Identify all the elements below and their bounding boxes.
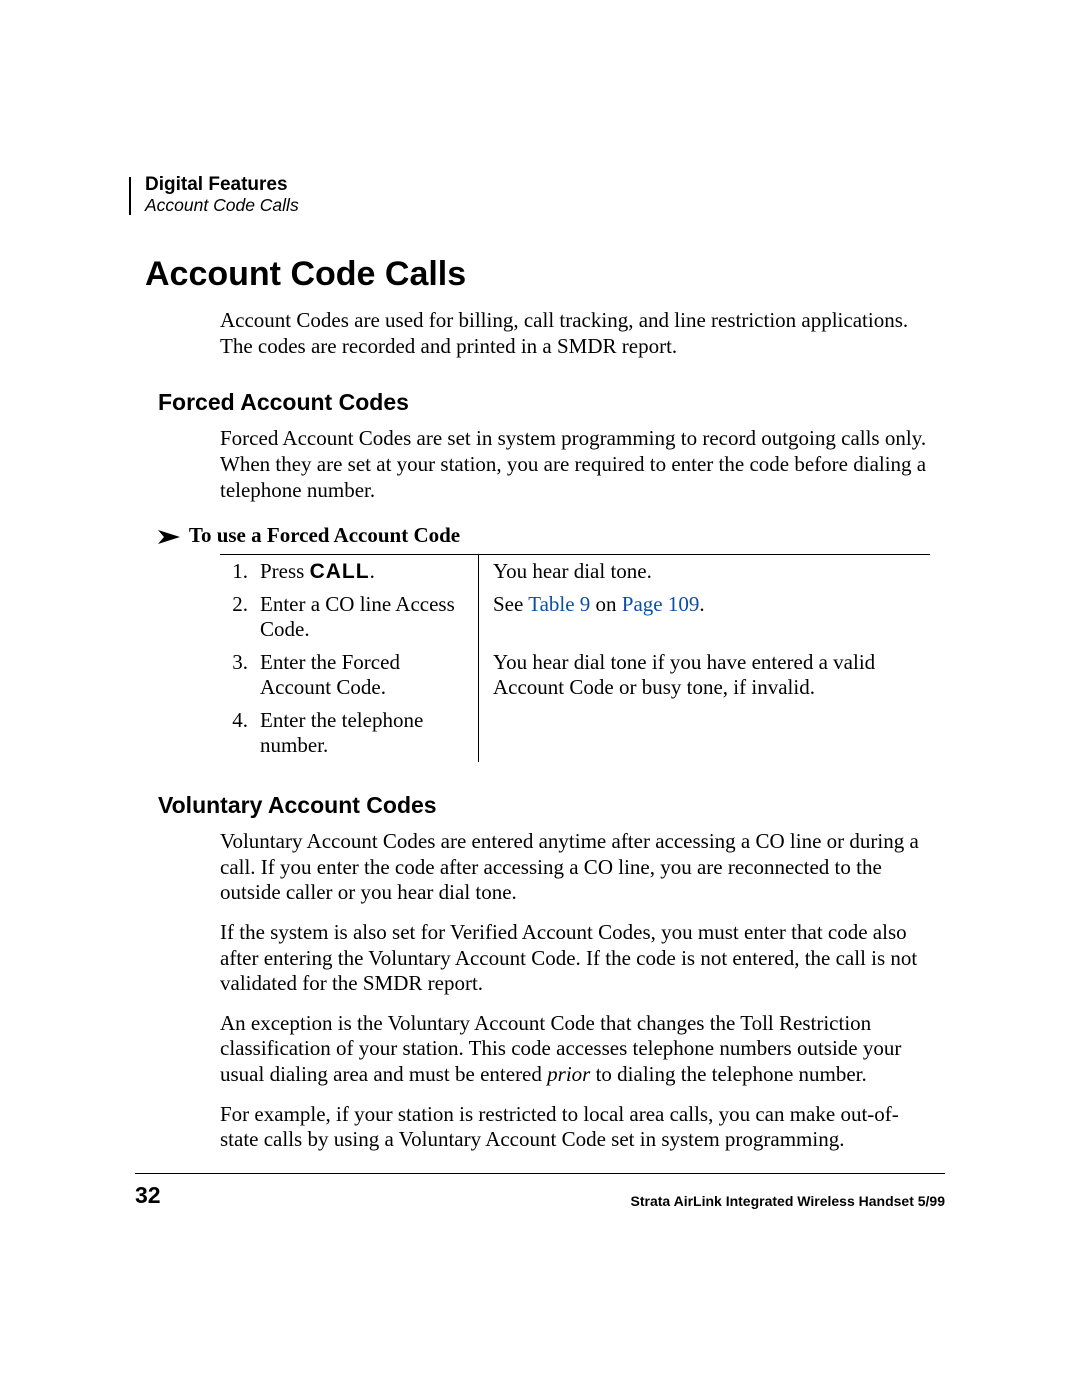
page-number: 32 [135, 1182, 161, 1209]
voluntary-body-block: Voluntary Account Codes are entered anyt… [220, 829, 930, 1153]
arrow-icon [158, 530, 184, 544]
step-action: Press CALL. [254, 555, 479, 588]
page-title: Account Code Calls [145, 255, 945, 294]
step-result: You hear dial tone if you have entered a… [479, 646, 931, 704]
footer-text: Strata AirLink Integrated Wireless Hands… [631, 1193, 945, 1209]
voluntary-p4: For example, if your station is restrict… [220, 1102, 930, 1153]
step-action: Enter a CO line Access Code. [254, 588, 479, 646]
section-forced-heading: Forced Account Codes [158, 389, 945, 416]
header-chapter: Digital Features [145, 175, 945, 196]
step-number: 3. [220, 646, 254, 704]
procedure-steps-table: 1. Press CALL. You hear dial tone. 2. En… [220, 555, 930, 762]
table-row: 4. Enter the telephone number. [220, 704, 930, 762]
running-header: Digital Features Account Code Calls [145, 175, 945, 215]
intro-block: Account Codes are used for billing, call… [220, 308, 930, 359]
page-link[interactable]: Page 109 [622, 592, 700, 616]
step-number: 2. [220, 588, 254, 646]
procedure-heading-text: To use a Forced Account Code [189, 523, 460, 547]
step-result: See Table 9 on Page 109. [479, 588, 931, 646]
header-subsection: Account Code Calls [145, 196, 945, 215]
table-row: 2. Enter a CO line Access Code. See Tabl… [220, 588, 930, 646]
intro-paragraph: Account Codes are used for billing, call… [220, 308, 930, 359]
table-link[interactable]: Table 9 [528, 592, 590, 616]
section-voluntary-heading: Voluntary Account Codes [158, 792, 945, 819]
call-key: CALL [310, 560, 370, 583]
page-footer: 32 Strata AirLink Integrated Wireless Ha… [0, 1173, 1080, 1209]
page: Digital Features Account Code Calls Acco… [0, 0, 1080, 1153]
step-number: 4. [220, 704, 254, 762]
voluntary-p2: If the system is also set for Verified A… [220, 920, 930, 997]
voluntary-p1: Voluntary Account Codes are entered anyt… [220, 829, 930, 906]
step-result: You hear dial tone. [479, 555, 931, 588]
footer-rule [135, 1173, 945, 1174]
step-action: Enter the telephone number. [254, 704, 479, 762]
voluntary-p3: An exception is the Voluntary Account Co… [220, 1011, 930, 1088]
table-row: 3. Enter the Forced Account Code. You he… [220, 646, 930, 704]
procedure-heading: To use a Forced Account Code [158, 523, 945, 548]
forced-body-block: Forced Account Codes are set in system p… [220, 426, 930, 503]
header-rule [129, 177, 131, 215]
table-row: 1. Press CALL. You hear dial tone. [220, 555, 930, 588]
prior-emphasis: prior [547, 1062, 590, 1086]
forced-body: Forced Account Codes are set in system p… [220, 426, 930, 503]
step-result [479, 704, 931, 762]
step-action: Enter the Forced Account Code. [254, 646, 479, 704]
step-number: 1. [220, 555, 254, 588]
